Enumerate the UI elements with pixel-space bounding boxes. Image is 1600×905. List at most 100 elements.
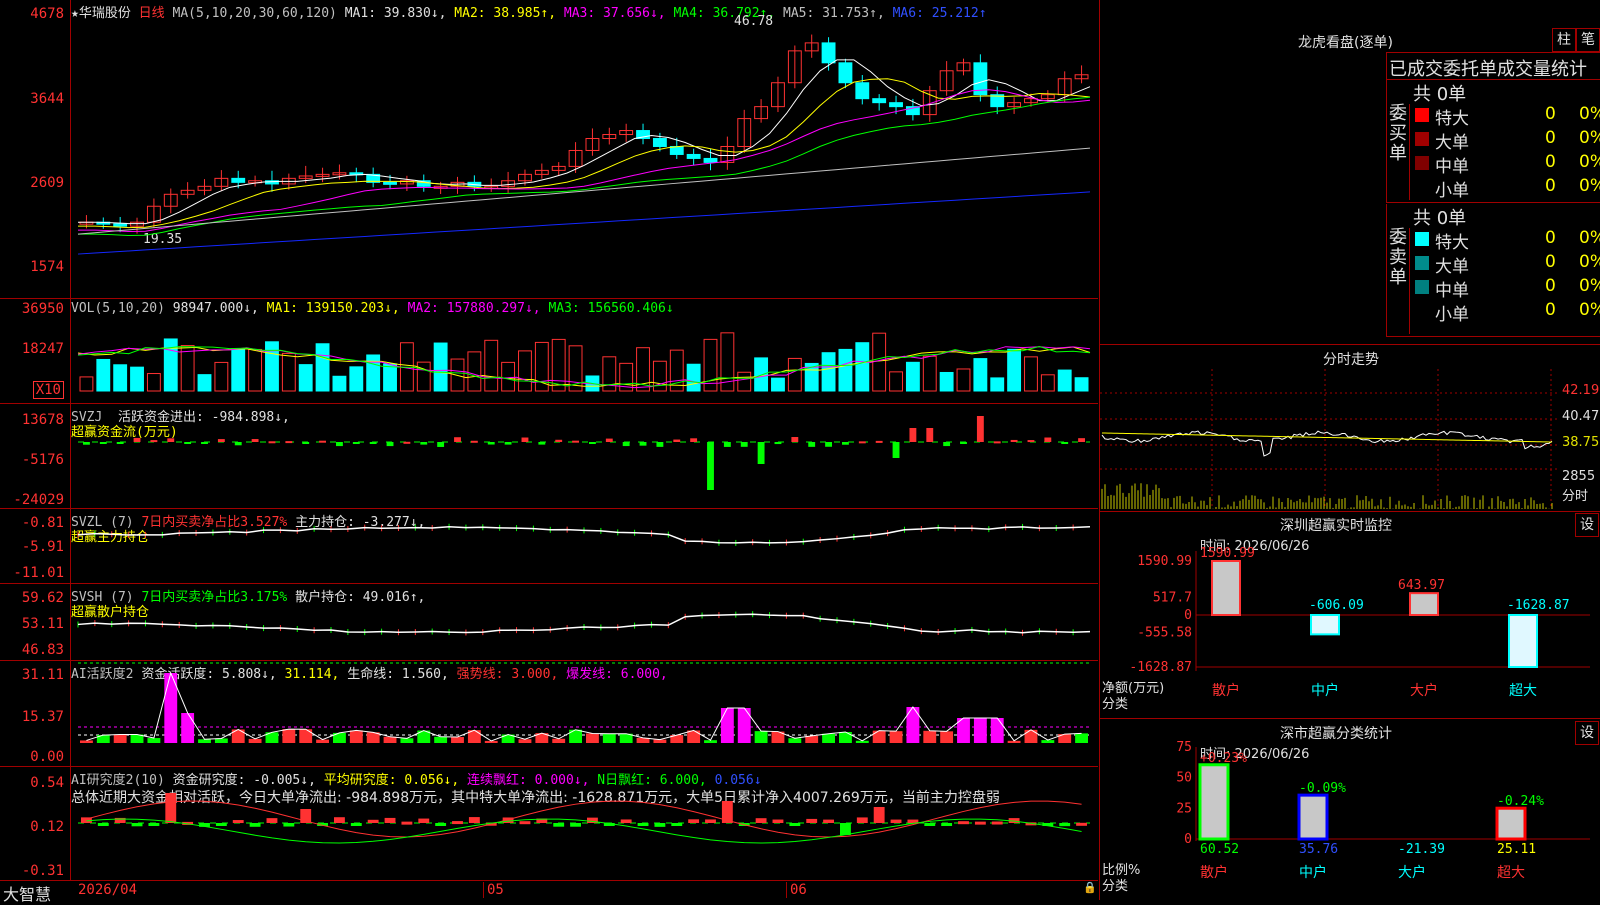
activity-bar — [839, 731, 852, 743]
monitor-cat-label: 分类 — [1102, 697, 1129, 712]
svzj-panel[interactable]: 13678 -5176 -24029 SVZJ 活跃资金进出: -984.898… — [0, 404, 1098, 509]
volume-bar — [146, 373, 161, 392]
brand-logo[interactable]: 大智慧 — [3, 881, 51, 905]
svsh-panel[interactable]: 59.62 53.11 46.83 SVSH (7) 7日内买卖净占比3.175… — [0, 584, 1098, 661]
research-bar — [924, 823, 936, 826]
flow-bar — [555, 439, 563, 442]
flow-bar — [302, 442, 310, 444]
monitor-bar-label: 1590.99 — [1200, 546, 1255, 561]
class-value-label: 60.52 — [1200, 842, 1239, 857]
monitor-panel[interactable]: 深圳超赢实时监控 设 时间: 2026/06/26 1590.99 517.7 0-… — [1100, 511, 1600, 719]
monitor-bar-label: -1628.87 — [1507, 598, 1570, 613]
flow-bar — [825, 442, 832, 447]
research-bar — [97, 823, 109, 826]
flow-bar — [268, 441, 276, 444]
candle — [231, 177, 246, 183]
research-bar — [131, 823, 143, 827]
row-value: 0 — [1545, 128, 1556, 148]
class-stats-panel[interactable]: 深市超赢分类统计 设 时间: 2026/06/26 75 50 25 0 +0.23% 6… — [1100, 719, 1600, 900]
tick-view-button[interactable]: 笔 — [1576, 28, 1600, 52]
activity-bar — [198, 739, 211, 743]
flow-bar — [1078, 438, 1085, 442]
tab-orders[interactable]: 委托单 — [1443, 55, 1497, 81]
intraday-chart[interactable] — [1100, 345, 1600, 511]
flow-bar — [808, 442, 816, 447]
research-bar — [1059, 823, 1071, 827]
candle — [686, 153, 701, 159]
volume-bar — [990, 377, 1005, 392]
flow-bar — [622, 442, 630, 447]
tab-done[interactable]: 已成交 — [1389, 55, 1443, 81]
activity-bar — [349, 730, 363, 743]
volume-panel[interactable]: 36950 18247 X10 VOL(5,10,20) 98947.000↓,… — [0, 299, 1098, 404]
volume-bar — [467, 351, 482, 392]
candlestick-chart[interactable] — [0, 0, 1098, 298]
volume-bar — [652, 360, 667, 392]
flow-bar — [470, 440, 478, 443]
color-swatch — [1415, 108, 1429, 122]
activity-bar — [147, 738, 161, 743]
price-panel[interactable]: 4678 3644 2609 1574 ★华瑞股份 日线 MA(5,10,20,… — [0, 0, 1098, 299]
research-bar — [283, 823, 295, 827]
candle — [383, 181, 397, 185]
research-bar — [367, 819, 379, 823]
flow-bar — [538, 442, 546, 445]
sell-block: 委卖单 共 0单 特大 0 0% 大单 0 0% 中单 0 0% 小单 0 0% — [1386, 204, 1600, 337]
fs-unit: 分时 — [1562, 489, 1589, 504]
volume-bar — [130, 366, 144, 392]
tab-volume-stats[interactable]: 成交量统计 — [1497, 55, 1587, 81]
intraday-panel[interactable]: 分时走势 42.19 40.47 38.75 2855 分时 — [1100, 344, 1600, 512]
ai-research-panel[interactable]: 0.54 0.12 -0.31 AI研究度2(10) 资金研究度: -0.005… — [0, 767, 1098, 881]
flow-bar — [1010, 439, 1018, 442]
volume-bar — [872, 332, 887, 392]
volume-bars — [77, 332, 1091, 392]
class-ytick: 25 — [1176, 801, 1192, 816]
activity-bar — [602, 733, 616, 743]
research-bar — [401, 821, 413, 825]
candle — [821, 42, 836, 64]
activity-bar — [940, 731, 954, 743]
activity-bar — [1075, 733, 1088, 743]
row-name: 特大 — [1435, 233, 1469, 253]
volume-bar — [214, 361, 229, 392]
activity-bar — [906, 707, 920, 743]
volume-bar — [113, 364, 128, 392]
class-bar — [1198, 763, 1230, 841]
volume-bar — [1024, 356, 1038, 392]
flow-bar — [656, 442, 664, 447]
lock-icon[interactable]: 🔒 — [1083, 881, 1097, 894]
volume-ma-line — [77, 346, 1091, 387]
monitor-ytick: -555.58 — [1137, 626, 1192, 641]
research-bar — [654, 823, 666, 827]
ai-activity-panel[interactable]: 31.11 15.37 0.00 AI活跃度2 资金活跃度: 5.808↓, 3… — [0, 661, 1098, 767]
right-panel: 龙虎看盘(逐单) 柱 笔 已成交 委托单 成交量统计 委买单 共 0单 特大 0 0… — [1099, 0, 1600, 900]
volume-bar — [248, 348, 263, 392]
flow-bar — [909, 428, 917, 442]
monitor-ytick: 0 — [1184, 608, 1192, 623]
class-pct-label: +0.23% — [1200, 751, 1247, 766]
activity-bar — [754, 731, 768, 743]
class-ytick: 0 — [1184, 832, 1192, 847]
volume-bar — [484, 339, 499, 392]
activity-bar — [822, 733, 835, 743]
flow-bar — [1061, 442, 1069, 444]
fs-vol-tick: 2855 — [1562, 469, 1596, 484]
x-date: 05 — [483, 882, 504, 898]
research-bar — [873, 807, 885, 823]
research-bar — [637, 823, 649, 826]
flow-bar — [723, 442, 731, 447]
activity-bar — [973, 718, 987, 743]
class-pct-label: -0.09% — [1299, 781, 1346, 796]
flow-bar — [707, 442, 714, 490]
row-name: 特大 — [1435, 109, 1469, 129]
bar-view-button[interactable]: 柱 — [1552, 28, 1576, 52]
row-value: 0 — [1545, 252, 1556, 272]
svzl-panel[interactable]: -0.81 -5.91 -11.01 SVZL (7) 7日内买卖净占比3.52… — [0, 509, 1098, 584]
monitor-bar-chart: 1590.99 517.7 0 -555.58 -1628.87 1590.99 散户 -60… — [1129, 546, 1590, 699]
ai1-bars — [78, 662, 1090, 743]
flow-bar — [336, 442, 343, 447]
research-bar — [941, 823, 953, 826]
flow-bar — [234, 442, 242, 446]
research-bar — [232, 820, 244, 824]
class-cat-label: 分类 — [1102, 879, 1129, 894]
